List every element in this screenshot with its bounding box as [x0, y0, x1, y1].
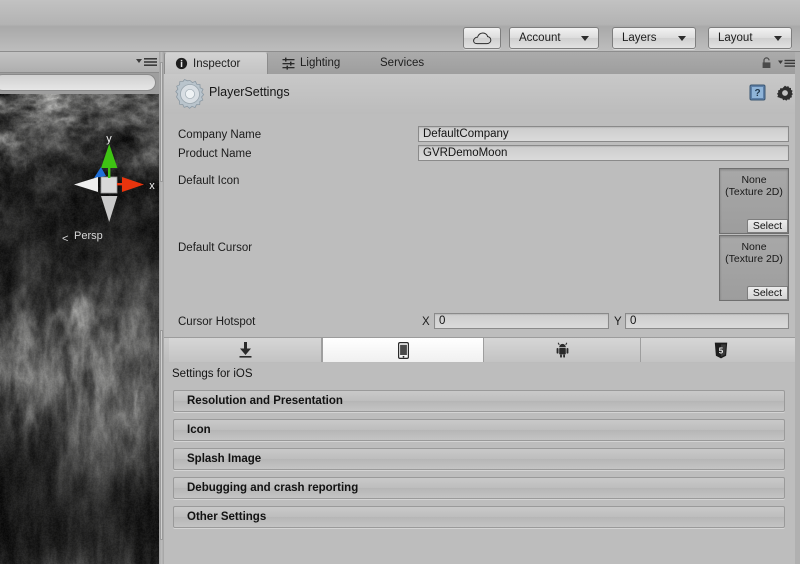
tab-inspector[interactable]: Inspector [164, 52, 268, 74]
scene-view-toolbar [0, 52, 163, 73]
layout-dropdown[interactable]: Layout [708, 27, 792, 49]
tab-lighting-label: Lighting [300, 57, 341, 69]
hamburger-menu-icon[interactable] [136, 57, 158, 67]
cursor-hotspot-label: Cursor Hotspot [178, 316, 256, 328]
inspector-tabstrip: Inspector Lighting Services [164, 52, 800, 75]
account-label: Account [519, 32, 561, 44]
cloud-button[interactable] [463, 27, 501, 49]
player-settings-properties: Company Name DefaultCompany Product Name… [164, 114, 800, 337]
layout-label: Layout [718, 32, 753, 44]
cursor-hotspot-x-label: X [422, 316, 430, 328]
tab-inspector-label: Inspector [193, 57, 241, 70]
cursor-hotspot-y-input[interactable]: 0 [625, 313, 789, 329]
projection-label: Persp [74, 230, 103, 242]
company-name-input[interactable]: DefaultCompany [418, 126, 789, 142]
chevron-down-icon [581, 36, 589, 41]
moon-surface-render [0, 94, 159, 564]
cloud-icon [473, 31, 492, 44]
scrollbar-thumb-bottom[interactable] [160, 330, 163, 540]
settings-gear-icon[interactable] [776, 84, 794, 102]
layers-dropdown[interactable]: Layers [612, 27, 696, 49]
cursor-hotspot-y-label: Y [614, 316, 622, 328]
tab-services-label: Services [380, 57, 425, 69]
chevron-down-icon [678, 36, 686, 41]
platform-tab-ios[interactable] [322, 338, 484, 362]
android-robot-icon [556, 342, 568, 358]
gear-icon [175, 79, 205, 109]
product-name-input[interactable]: GVRDemoMoon [418, 145, 789, 161]
inspector-panel: Inspector Lighting Services PlayerSettin… [164, 52, 800, 564]
platform-tab-android[interactable] [484, 338, 641, 362]
section-resolution-and-presentation[interactable]: Resolution and Presentation [173, 390, 785, 412]
svg-text:5: 5 [718, 346, 723, 355]
html5-shield-icon: 5 [714, 342, 727, 358]
slot-line2: (Texture 2D) [725, 186, 783, 198]
default-icon-label: Default Icon [178, 175, 240, 187]
section-debugging-and-crash-reporting[interactable]: Debugging and crash reporting [173, 477, 785, 499]
sliders-icon [282, 57, 295, 70]
default-icon-select-button[interactable]: Select [746, 219, 788, 233]
chevron-down-icon [774, 36, 782, 41]
inspector-header: PlayerSettings ? [164, 74, 800, 115]
account-dropdown[interactable]: Account [509, 27, 599, 49]
platform-settings-area: Settings for iOS Resolution and Presenta… [164, 363, 800, 564]
default-cursor-select-button[interactable]: Select [746, 286, 788, 300]
scene-search-input[interactable] [0, 74, 156, 91]
phone-icon [397, 341, 409, 359]
section-other-settings[interactable]: Other Settings [173, 506, 785, 528]
hamburger-menu-icon[interactable] [778, 59, 796, 68]
lock-icon[interactable] [761, 57, 772, 69]
default-cursor-label: Default Cursor [178, 242, 253, 254]
tab-services[interactable]: Services [370, 52, 446, 74]
top-toolbar: Account Layers Layout [0, 0, 800, 52]
default-icon-object-slot[interactable]: None (Texture 2D) Select [719, 168, 789, 234]
platform-tab-standalone[interactable] [169, 338, 322, 362]
page-title: PlayerSettings [209, 85, 290, 99]
settings-header: Settings for iOS [172, 368, 253, 380]
inspector-right-edge [795, 52, 800, 564]
default-cursor-slot-text: None (Texture 2D) [720, 241, 788, 265]
scrollbar-thumb-top[interactable] [160, 62, 163, 182]
section-icon[interactable]: Icon [173, 419, 785, 441]
slot-line1: None [741, 241, 767, 253]
default-cursor-object-slot[interactable]: None (Texture 2D) Select [719, 235, 789, 301]
scene-view-panel[interactable]: y x < Persp [0, 52, 163, 564]
product-name-label: Product Name [178, 148, 252, 160]
slot-line2: (Texture 2D) [725, 253, 783, 265]
inspector-tab-controls [761, 57, 796, 69]
info-circle-icon [175, 57, 188, 70]
download-arrow-icon [239, 342, 251, 358]
layers-label: Layers [622, 32, 657, 44]
platform-tab-webgl[interactable]: 5 [641, 338, 800, 362]
svg-text:?: ? [754, 88, 760, 99]
company-name-label: Company Name [178, 129, 262, 141]
default-icon-slot-text: None (Texture 2D) [720, 174, 788, 198]
help-book-icon[interactable]: ? [749, 84, 766, 101]
section-splash-image[interactable]: Splash Image [173, 448, 785, 470]
persp-arrow-icon: < [62, 233, 69, 245]
scene-viewport[interactable]: y x < Persp [0, 94, 159, 564]
slot-line1: None [741, 174, 767, 186]
platform-tabbar: 5 [164, 337, 800, 364]
tab-lighting[interactable]: Lighting [272, 52, 366, 74]
cursor-hotspot-x-input[interactable]: 0 [434, 313, 609, 329]
unity-editor-window: Account Layers Layout y x < Persp Inspec… [0, 0, 800, 564]
